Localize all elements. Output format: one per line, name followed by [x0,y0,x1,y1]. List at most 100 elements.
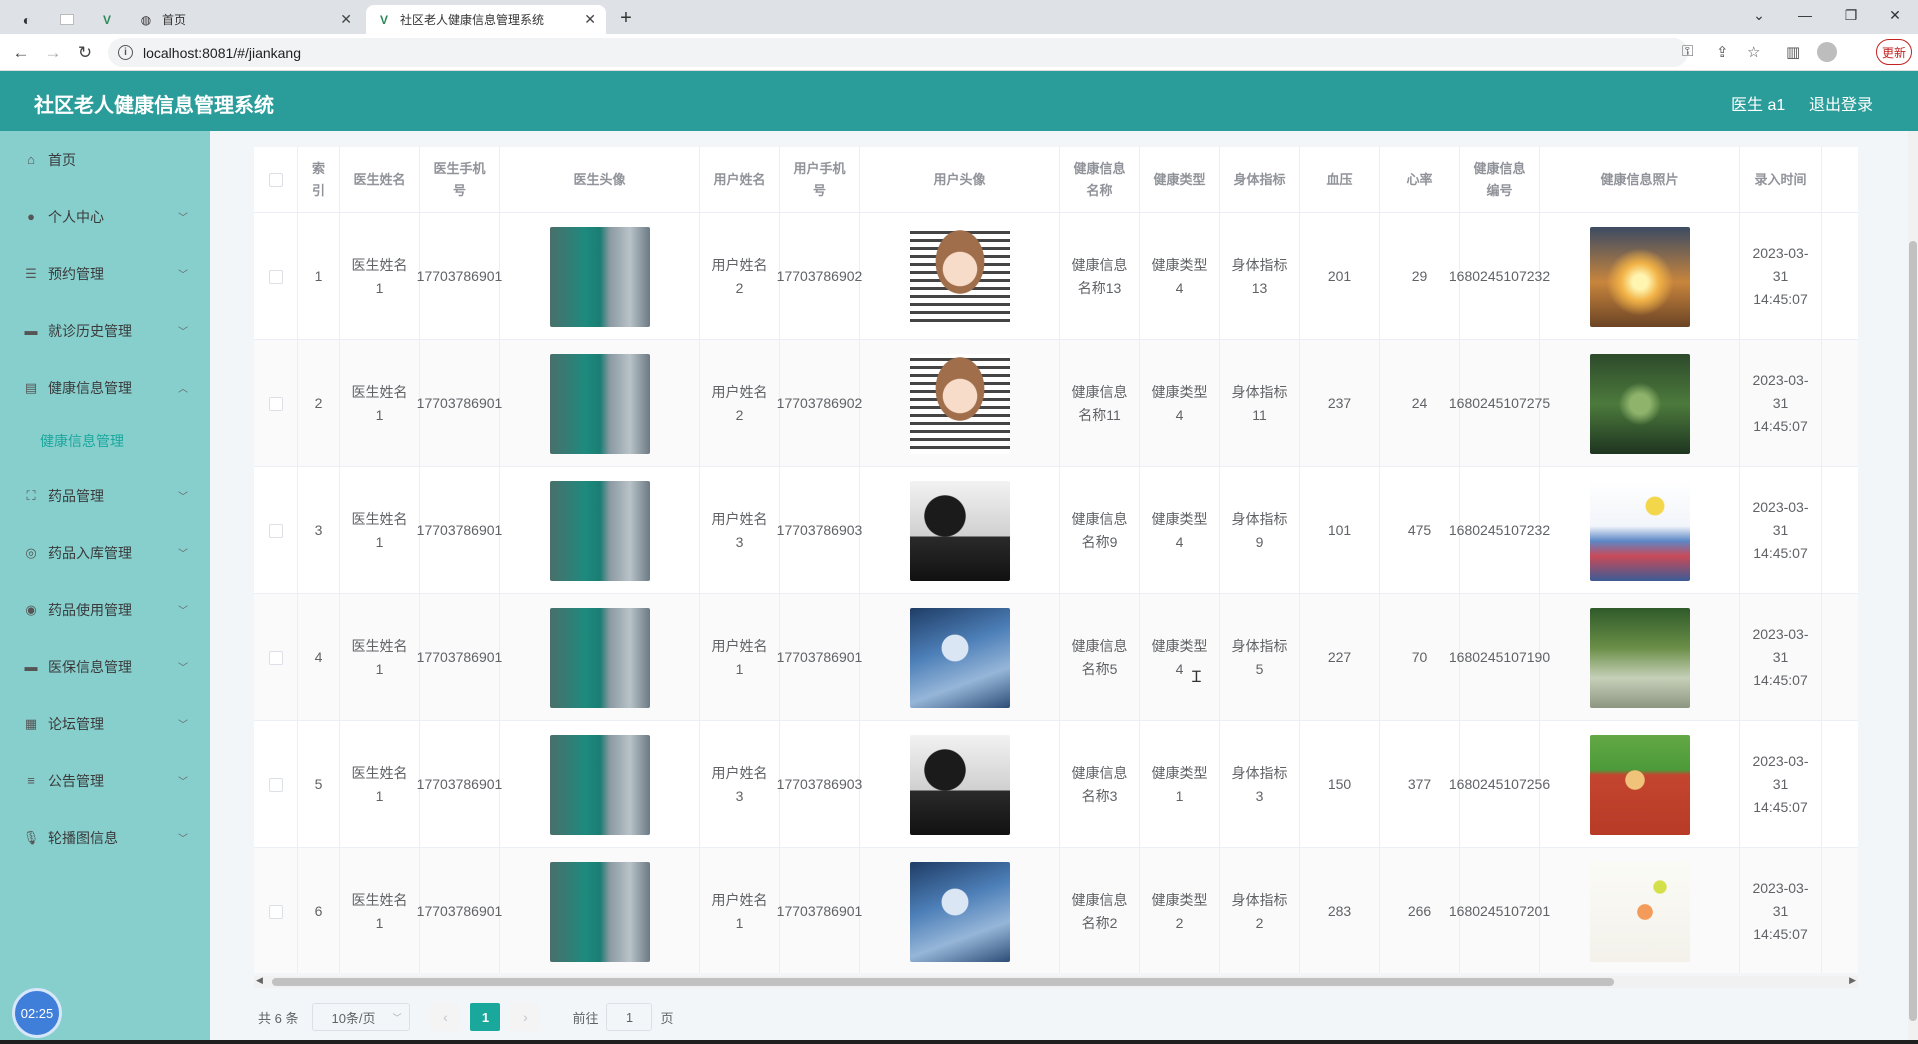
user-avatar-image[interactable] [909,480,1010,581]
doctor-phone-cell: 17703786901 [417,721,502,848]
doctor-avatar-image[interactable] [549,607,650,708]
type-cell: 健康类型4 [1140,594,1220,721]
row-checkbox[interactable] [268,650,283,665]
tab-home[interactable]: ◍ 首页 ✕ [128,5,362,34]
address-bar: ← → ↻ i localhost:8081/#/jiankang ⚿ ⇪ ☆ … [0,34,1918,71]
row-checkbox[interactable] [268,777,283,792]
row-checkbox[interactable] [268,269,283,284]
table-row[interactable]: 5 医生姓名1 17703786901 用户姓名3 17703786903 健康信息名称3… [254,721,1858,848]
user-avatar-image[interactable] [909,607,1010,708]
sidebar-subitem-health-info[interactable]: 健康信息管理 [40,431,124,451]
prev-page-button[interactable]: ‹ [430,1003,461,1031]
user-avatar-image[interactable] [909,861,1010,962]
sidebar-item-label: 药品使用管理 [48,601,132,618]
window-close-button[interactable]: ✕ [1872,0,1918,30]
doctor-avatar-image[interactable] [549,734,650,835]
doctor-avatar-image[interactable] [549,353,650,454]
row-select-cell [254,213,298,340]
row-checkbox[interactable] [268,523,283,538]
scroll-left-icon[interactable]: ◀ [256,975,263,986]
page-size-select[interactable]: 10条/页 ﹀ [312,1003,411,1031]
sidebar-item-appointment[interactable]: ☰ 预约管理 ﹀ [0,245,210,302]
restore-button[interactable]: ❐ [1828,0,1874,30]
table-row[interactable]: 3 医生姓名1 17703786901 用户姓名3 17703786903 健康信息名称9… [254,467,1858,594]
clock-widget[interactable]: 02:25 [12,988,62,1038]
tab-blank[interactable] [52,5,82,34]
key-icon[interactable]: ⚿ [1682,43,1693,60]
doctor-avatar-image[interactable] [549,861,650,962]
share-icon[interactable]: ⇪ [1716,43,1729,61]
sidebar-item-label: 就诊历史管理 [48,322,132,339]
tab-browser-home[interactable]: ◐ [12,5,42,34]
sidebar-item-forum[interactable]: ▦ 论坛管理 ﹀ [0,695,210,752]
url-input[interactable]: i localhost:8081/#/jiankang [108,38,1688,67]
next-page-button[interactable]: › [510,1003,541,1031]
back-button[interactable]: ← [8,40,34,66]
user-avatar-image[interactable] [909,734,1010,835]
horizontal-scrollbar-thumb[interactable] [272,978,1614,986]
table-row[interactable]: 4 医生姓名1 17703786901 用户姓名1 17703786901 健康信息名称5… [254,594,1858,721]
sidebar-item-notice[interactable]: ≡ 公告管理 ﹀ [0,752,210,809]
goto-page-input[interactable]: 1 [606,1003,653,1031]
sidebar-item-medicine-stock[interactable]: ◎ 药品入库管理 ﹀ [0,524,210,581]
scroll-right-icon[interactable]: ▶ [1849,975,1856,986]
sidebar-item-health-info[interactable]: ▤ 健康信息管理 ︿ [0,359,210,416]
vertical-scrollbar-thumb[interactable] [1909,241,1917,1021]
logout-button[interactable]: 退出登录 [1809,91,1873,115]
photo-image[interactable] [1589,861,1690,962]
profile-avatar[interactable] [1817,42,1837,62]
tab-vue[interactable]: V [92,5,122,34]
page-number-current[interactable]: 1 [470,1003,501,1031]
table-row[interactable]: 1 医生姓名1 17703786901 用户姓名2 17703786902 健康信息名称1… [254,213,1858,340]
photo-image[interactable] [1589,226,1690,327]
user-avatar-image[interactable] [909,226,1010,327]
photo-image[interactable] [1589,353,1690,454]
info-icon[interactable]: i [118,45,133,60]
user-avatar-image[interactable] [909,353,1010,454]
photo-image[interactable] [1589,734,1690,835]
photo-image[interactable] [1589,480,1690,581]
chevron-down-icon: ﹀ [178,834,188,845]
new-tab-button[interactable]: + [614,6,638,30]
row-checkbox[interactable] [268,396,283,411]
tab-active[interactable]: V 社区老人健康信息管理系统 ✕ [366,5,606,34]
doctor-name-cell: 医生姓名1 [340,848,420,973]
table-row[interactable]: 6 医生姓名1 17703786901 用户姓名1 17703786901 健康信息名称2… [254,848,1858,973]
doctor-avatar-image[interactable] [549,480,650,581]
column-header: 健康信息名称 [1060,147,1140,213]
doctor-name-cell: 医生姓名1 [340,213,420,340]
code-cell: 1680245107190 [1449,594,1550,721]
user_avatar-cell [860,467,1060,594]
info-name-cell: 健康信息名称11 [1060,340,1140,467]
tab-home-label: 首页 [162,13,187,27]
forward-button[interactable]: → [40,40,66,66]
close-icon[interactable]: ✕ [584,11,596,28]
select-all-checkbox[interactable] [268,173,283,187]
browser-tab-bar: ◐ V ◍ 首页 ✕ V 社区老人健康信息管理系统 ✕ + ⌄ — ❐ ✕ [0,0,1918,34]
sidebar-item-home[interactable]: ⌂ 首页 [0,131,210,188]
table-row[interactable]: 2 医生姓名1 17703786901 用户姓名2 17703786902 健康信息名称1… [254,340,1858,467]
sidebar-item-insurance[interactable]: ▬ 医保信息管理 ﹀ [0,638,210,695]
reload-button[interactable]: ↻ [72,40,98,66]
sidebar-item-carousel[interactable]: 🎙 轮播图信息 ﹀ [0,809,210,866]
minimize-button[interactable]: — [1782,0,1828,30]
update-button[interactable]: 更新 [1876,39,1912,65]
horizontal-scrollbar[interactable]: ◀ ▶ [254,975,1858,988]
sidebar: ⌂ 首页 ● 个人中心 ﹀ ☰ 预约管理 ﹀ ▬ 就诊历史管理 ﹀ ▤ 健康信息管理 ︿ 健康信息… [0,131,210,1044]
star-icon[interactable]: ☆ [1747,43,1760,61]
photo-image[interactable] [1589,607,1690,708]
sidebar-item-profile[interactable]: ● 个人中心 ﹀ [0,188,210,245]
close-icon[interactable]: ✕ [340,11,352,28]
sidepanel-icon[interactable]: ▥ [1786,43,1800,61]
type-cell: 健康类型4 [1140,467,1220,594]
tab-search-icon[interactable]: ⌄ [1736,0,1782,30]
sidebar-item-medicine[interactable]: ⛶ 药品管理 ﹀ [0,467,210,524]
row-checkbox[interactable] [268,904,283,919]
user_avatar-cell [860,721,1060,848]
doctor-avatar-image[interactable] [549,226,650,327]
doctor-name-cell: 医生姓名1 [340,594,420,721]
vertical-scrollbar[interactable] [1908,131,1918,1044]
type-cell: 健康类型1 [1140,721,1220,848]
sidebar-item-visit-history[interactable]: ▬ 就诊历史管理 ﹀ [0,302,210,359]
sidebar-item-medicine-usage[interactable]: ◉ 药品使用管理 ﹀ [0,581,210,638]
